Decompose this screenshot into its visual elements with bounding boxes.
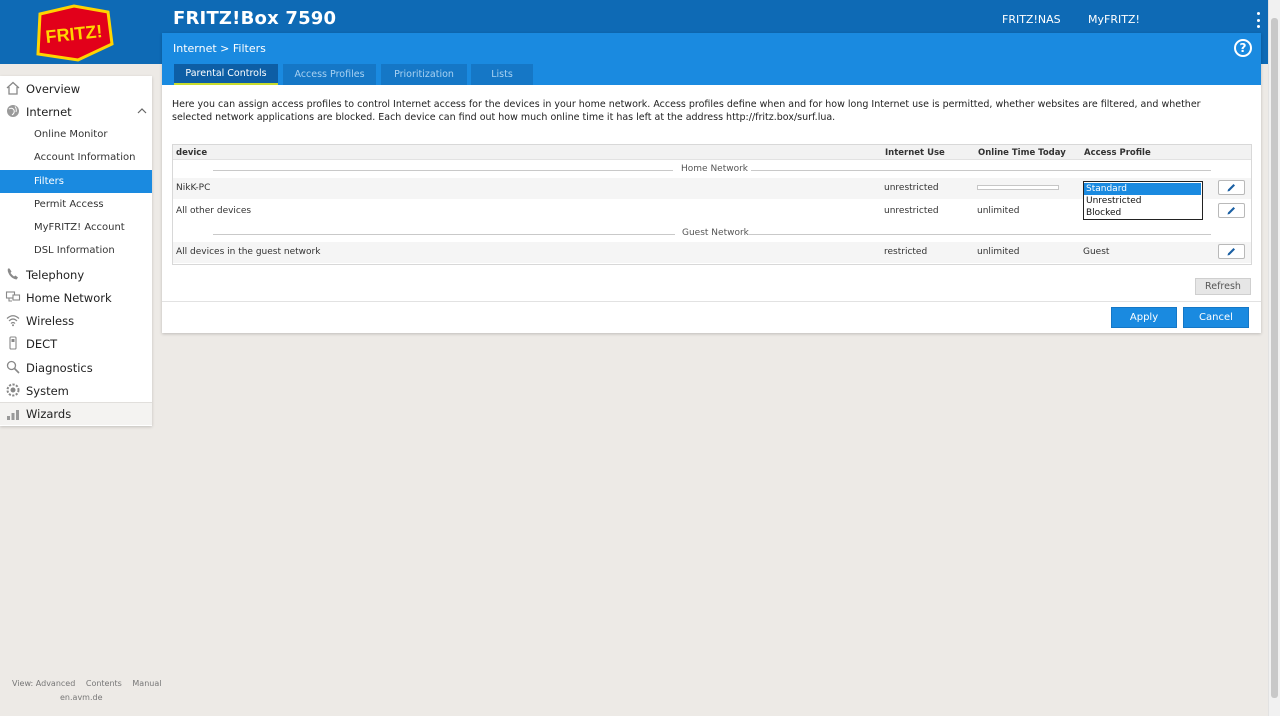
myfritz-link[interactable]: MyFRITZ! (1088, 13, 1140, 26)
panel-header: Internet > Filters ? Parental Controls A… (162, 33, 1261, 85)
column-header-device: device (176, 148, 208, 158)
column-header-online-time: Online Time Today (978, 148, 1066, 158)
manual-link[interactable]: Manual (132, 679, 161, 688)
main-panel: Internet > Filters ? Parental Controls A… (162, 33, 1261, 333)
profile-option-standard[interactable]: Standard (1084, 183, 1201, 195)
sidebar-item-overview[interactable]: Overview (0, 77, 152, 100)
sidebar-item-label: Telephony (26, 267, 85, 282)
edit-button[interactable] (1218, 203, 1245, 218)
sidebar: Overview Internet Online Monitor Account… (0, 76, 152, 426)
fritz-nas-link[interactable]: FRITZ!NAS (1002, 13, 1061, 26)
online-time-progress (977, 185, 1059, 190)
gear-icon (6, 383, 20, 397)
access-profile-value: Guest (1083, 247, 1110, 257)
product-title: FRITZ!Box 7590 (173, 8, 337, 29)
table-row: All devices in the guest network restric… (173, 242, 1251, 263)
pencil-icon (1227, 207, 1235, 215)
page-description: Here you can assign access profiles to c… (172, 99, 1201, 123)
sidebar-item-system[interactable]: System (0, 379, 152, 402)
sidebar-item-permit-access[interactable]: Permit Access (0, 193, 152, 216)
phone-icon (7, 268, 18, 280)
cancel-button[interactable]: Cancel (1183, 307, 1249, 328)
sidebar-item-dect[interactable]: DECT (0, 332, 152, 355)
sidebar-item-filters[interactable]: Filters (0, 170, 152, 193)
tab-prioritization[interactable]: Prioritization (381, 64, 467, 85)
tab-parental-controls[interactable]: Parental Controls (174, 64, 278, 85)
profile-option-blocked[interactable]: Blocked (1084, 207, 1201, 219)
group-label: Guest Network (682, 228, 749, 238)
sidebar-item-label: Wireless (26, 313, 75, 328)
globe-icon (7, 105, 19, 117)
sidebar-item-label: Permit Access (34, 199, 104, 210)
page-scrollbar[interactable] (1268, 0, 1280, 716)
refresh-button[interactable]: Refresh (1195, 278, 1251, 295)
column-header-internet-use: Internet Use (885, 148, 945, 158)
edit-button[interactable] (1218, 244, 1245, 259)
avm-site-link[interactable]: en.avm.de (60, 693, 103, 702)
diagnostics-icon (6, 360, 20, 374)
profile-option-unrestricted[interactable]: Unrestricted (1084, 195, 1201, 207)
apply-button[interactable]: Apply (1111, 307, 1177, 328)
sidebar-item-label: Diagnostics (26, 360, 93, 375)
group-label: Home Network (681, 164, 749, 174)
sidebar-item-telephony[interactable]: Telephony (0, 263, 152, 286)
edit-button[interactable] (1218, 180, 1245, 195)
access-profile-select[interactable]: Standard Unrestricted Blocked (1083, 181, 1203, 220)
tab-access-profiles[interactable]: Access Profiles (283, 64, 376, 85)
dect-icon (9, 336, 17, 350)
more-menu-icon[interactable] (1255, 12, 1261, 28)
sidebar-item-wireless[interactable]: Wireless (0, 309, 152, 332)
device-name: All devices in the guest network (176, 247, 321, 257)
device-name: NikK-PC (176, 183, 211, 193)
pencil-icon (1227, 248, 1235, 256)
sidebar-item-dsl-information[interactable]: DSL Information (0, 239, 152, 262)
device-name: All other devices (176, 206, 252, 216)
wand-icon (7, 410, 19, 420)
home-icon (6, 81, 20, 95)
sidebar-item-label: Online Monitor (34, 129, 108, 140)
table-header: device Internet Use Online Time Today Ac… (173, 145, 1251, 160)
internet-use-value: unrestricted (884, 183, 939, 193)
contents-link[interactable]: Contents (86, 679, 122, 688)
online-time-value: unlimited (977, 206, 1020, 216)
footer-links: View: Advanced Contents Manual (12, 679, 169, 688)
sidebar-item-label: DSL Information (34, 245, 115, 256)
sidebar-item-home-network[interactable]: Home Network (0, 286, 152, 309)
sidebar-item-account-information[interactable]: Account Information (0, 146, 152, 169)
view-advanced-link[interactable]: View: Advanced (12, 679, 75, 688)
internet-use-value: unrestricted (884, 206, 939, 216)
group-separator-home-network: Home Network (213, 164, 1211, 176)
sidebar-item-label: System (26, 383, 69, 398)
sidebar-item-diagnostics[interactable]: Diagnostics (0, 356, 152, 379)
sidebar-item-label: Overview (26, 81, 81, 96)
sidebar-item-internet[interactable]: Internet (0, 100, 152, 123)
divider (162, 301, 1261, 302)
scrollbar-thumb[interactable] (1271, 18, 1278, 698)
column-header-access-profile: Access Profile (1084, 148, 1151, 158)
network-icon (5, 291, 21, 302)
fritz-logo[interactable]: FRITZ! (34, 4, 114, 62)
sidebar-item-label: Internet (26, 104, 72, 119)
sidebar-item-label: Home Network (26, 290, 112, 305)
sidebar-item-label: Filters (34, 176, 64, 187)
online-time-value: unlimited (977, 247, 1020, 257)
breadcrumb[interactable]: Internet > Filters (173, 42, 266, 55)
sidebar-item-label: MyFRITZ! Account (34, 222, 125, 233)
sidebar-item-label: Wizards (26, 407, 72, 421)
pencil-icon (1227, 184, 1235, 192)
group-separator-guest-network: Guest Network (213, 228, 1211, 240)
chevron-up-icon[interactable] (137, 106, 147, 116)
sidebar-item-myfritz-account[interactable]: MyFRITZ! Account (0, 216, 152, 239)
sidebar-item-online-monitor[interactable]: Online Monitor (0, 123, 152, 146)
help-icon[interactable]: ? (1234, 39, 1252, 57)
sidebar-item-label: Account Information (34, 152, 136, 163)
sidebar-item-wizards[interactable]: Wizards (0, 402, 152, 425)
wifi-icon (6, 315, 20, 327)
sidebar-item-label: DECT (26, 336, 58, 351)
internet-use-value: restricted (884, 247, 928, 257)
tab-lists[interactable]: Lists (471, 64, 533, 85)
